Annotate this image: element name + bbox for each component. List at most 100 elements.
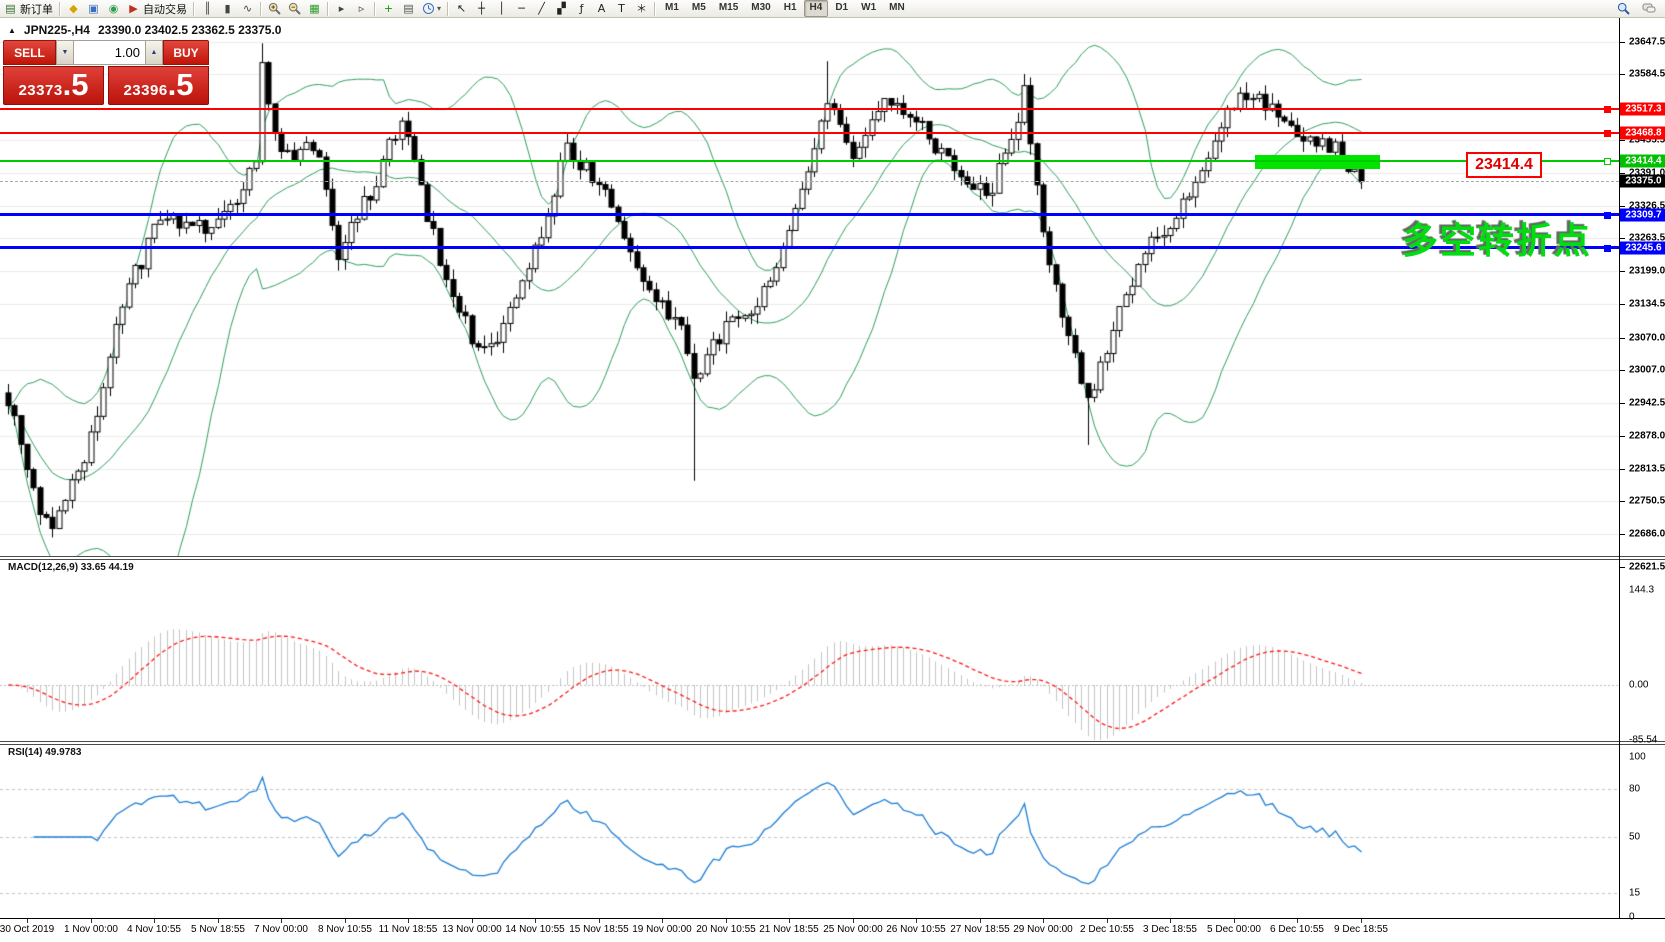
line-handle[interactable] <box>1604 245 1611 252</box>
indicators-button[interactable]: + <box>379 1 398 17</box>
line-handle[interactable] <box>1604 130 1611 137</box>
timeframe-m15-button[interactable]: M15 <box>713 0 744 17</box>
trendline-icon: ╱ <box>535 1 548 16</box>
rsi-axis-label: 50 <box>1629 832 1640 843</box>
timeframe-h1-button[interactable]: H1 <box>778 0 803 17</box>
bid-line[interactable] <box>0 181 1619 182</box>
shapes-button[interactable]: ＊ <box>632 1 651 17</box>
market-watch-button[interactable]: ◆ <box>64 1 83 17</box>
timeframe-m1-button[interactable]: M1 <box>659 0 685 17</box>
panel-divider[interactable] <box>0 744 1665 745</box>
volume-input[interactable]: 1.00 <box>74 40 145 65</box>
search-button[interactable] <box>1614 1 1633 17</box>
panel-divider[interactable] <box>0 556 1665 557</box>
toolbar-separator <box>654 2 656 16</box>
macd-axis-label: -85.54 <box>1629 735 1657 746</box>
price-tick-label: 23584.5 <box>1629 69 1665 80</box>
pivot-line-23414.4[interactable] <box>0 160 1619 162</box>
label-button[interactable]: T <box>612 1 631 17</box>
buy-price-frac: .5 <box>168 67 194 103</box>
time-axis-label: 25 Nov 00:00 <box>823 924 883 935</box>
cursor-button[interactable]: ↖ <box>452 1 471 17</box>
timeframe-m5-button[interactable]: M5 <box>686 0 712 17</box>
sell-price-main: 23373 <box>18 73 62 109</box>
time-tick-mark <box>472 919 473 923</box>
time-tick-mark <box>662 919 663 923</box>
timeframe-m30-button[interactable]: M30 <box>745 0 776 17</box>
panel-divider[interactable] <box>0 559 1665 560</box>
timeframe-w1-button[interactable]: W1 <box>855 0 882 17</box>
line-handle[interactable] <box>1604 158 1611 165</box>
crosshair-button[interactable]: ┼ <box>472 1 491 17</box>
chat-button[interactable] <box>1639 1 1659 17</box>
support-line-23309.7[interactable] <box>0 213 1619 216</box>
vertical-line-button[interactable]: │ <box>492 1 511 17</box>
zoom-in-button[interactable]: + <box>265 1 284 17</box>
text-button[interactable]: A <box>592 1 611 17</box>
price-tick-mark <box>1620 42 1625 43</box>
line-chart-button[interactable]: ∿ <box>238 1 257 17</box>
price-tick-mark <box>1620 534 1625 535</box>
resistance-line-23468.8[interactable] <box>0 132 1619 134</box>
macd-axis-label: 0.00 <box>1629 680 1648 691</box>
time-tick-mark <box>1107 919 1108 923</box>
volume-increase-button[interactable]: ▲ <box>145 40 163 65</box>
chart-shift-button[interactable]: ▹ <box>352 1 371 17</box>
horizontal-line-button[interactable]: ─ <box>512 1 531 17</box>
svg-text:−: − <box>291 5 295 12</box>
price-badge-23414.4: 23414.4 <box>1620 155 1665 168</box>
horizontal-line-icon: ─ <box>515 1 528 16</box>
panel-divider[interactable] <box>0 741 1665 742</box>
time-axis-label: 4 Nov 10:55 <box>127 924 181 935</box>
line-handle[interactable] <box>1604 106 1611 113</box>
chart-canvas <box>0 0 1665 942</box>
time-axis-label: 13 Nov 00:00 <box>442 924 502 935</box>
zoom-out-button[interactable]: − <box>285 1 304 17</box>
new-order-button[interactable]: ▤ 新订单 <box>1 1 56 17</box>
rsi-label: RSI(14) 49.9783 <box>8 747 81 758</box>
label-icon: T <box>615 1 628 16</box>
tile-windows-icon: ▦ <box>308 1 321 16</box>
time-axis-label: 2 Dec 10:55 <box>1080 924 1134 935</box>
buy-price-display[interactable]: 23396 .5 <box>108 66 209 105</box>
tile-windows-button[interactable]: ▦ <box>305 1 324 17</box>
data-window-button[interactable]: ▣ <box>84 1 103 17</box>
channel-button[interactable]: ▞ <box>552 1 571 17</box>
market-watch-icon: ◆ <box>67 1 80 16</box>
support-line-23245.6[interactable] <box>0 246 1619 249</box>
price-tick-mark <box>1620 304 1625 305</box>
volume-decrease-button[interactable]: ▼ <box>56 40 74 65</box>
auto-scroll-button[interactable]: ▸ <box>332 1 351 17</box>
toolbar-separator <box>59 2 61 16</box>
trendline-button[interactable]: ╱ <box>532 1 551 17</box>
periods-button[interactable]: ▾ <box>419 1 444 17</box>
sell-price-display[interactable]: 23373 .5 <box>3 66 104 105</box>
one-click-trading-panel: SELL ▼ 1.00 ▲ BUY 23373 .5 23396 .5 <box>3 40 209 105</box>
line-handle[interactable] <box>1604 212 1611 219</box>
buy-price-main: 23396 <box>123 73 167 109</box>
channel-icon: ▞ <box>555 1 568 16</box>
time-tick-mark <box>789 919 790 923</box>
time-axis-label: 30 Oct 2019 <box>0 924 54 935</box>
timeframe-d1-button[interactable]: D1 <box>829 0 854 17</box>
sell-button[interactable]: SELL <box>3 40 56 65</box>
time-tick-mark <box>916 919 917 923</box>
buy-button[interactable]: BUY <box>163 40 209 65</box>
bar-chart-button[interactable]: ║ <box>198 1 217 17</box>
candlestick-chart-button[interactable]: ▮ <box>218 1 237 17</box>
autotrading-button[interactable]: ▶ 自动交易 <box>124 1 190 17</box>
time-tick-mark <box>1170 919 1171 923</box>
navigator-button[interactable]: ◉ <box>104 1 123 17</box>
timeframe-h4-button[interactable]: H4 <box>804 0 829 17</box>
resistance-line-23517.3[interactable] <box>0 108 1619 110</box>
collapse-icon[interactable]: ▲ <box>8 26 16 35</box>
fibonacci-button[interactable]: ƒ <box>572 1 591 17</box>
time-tick-mark <box>599 919 600 923</box>
timeframe-mn-button[interactable]: MN <box>883 0 911 17</box>
toolbar-separator <box>374 2 376 16</box>
price-tick-mark <box>1620 469 1625 470</box>
templates-button[interactable]: ▤ <box>399 1 418 17</box>
turning-point-annotation[interactable]: 多空转折点 <box>1402 212 1592 264</box>
time-axis-label: 26 Nov 10:55 <box>886 924 946 935</box>
level-price-label[interactable]: 23414.4 <box>1466 152 1542 178</box>
